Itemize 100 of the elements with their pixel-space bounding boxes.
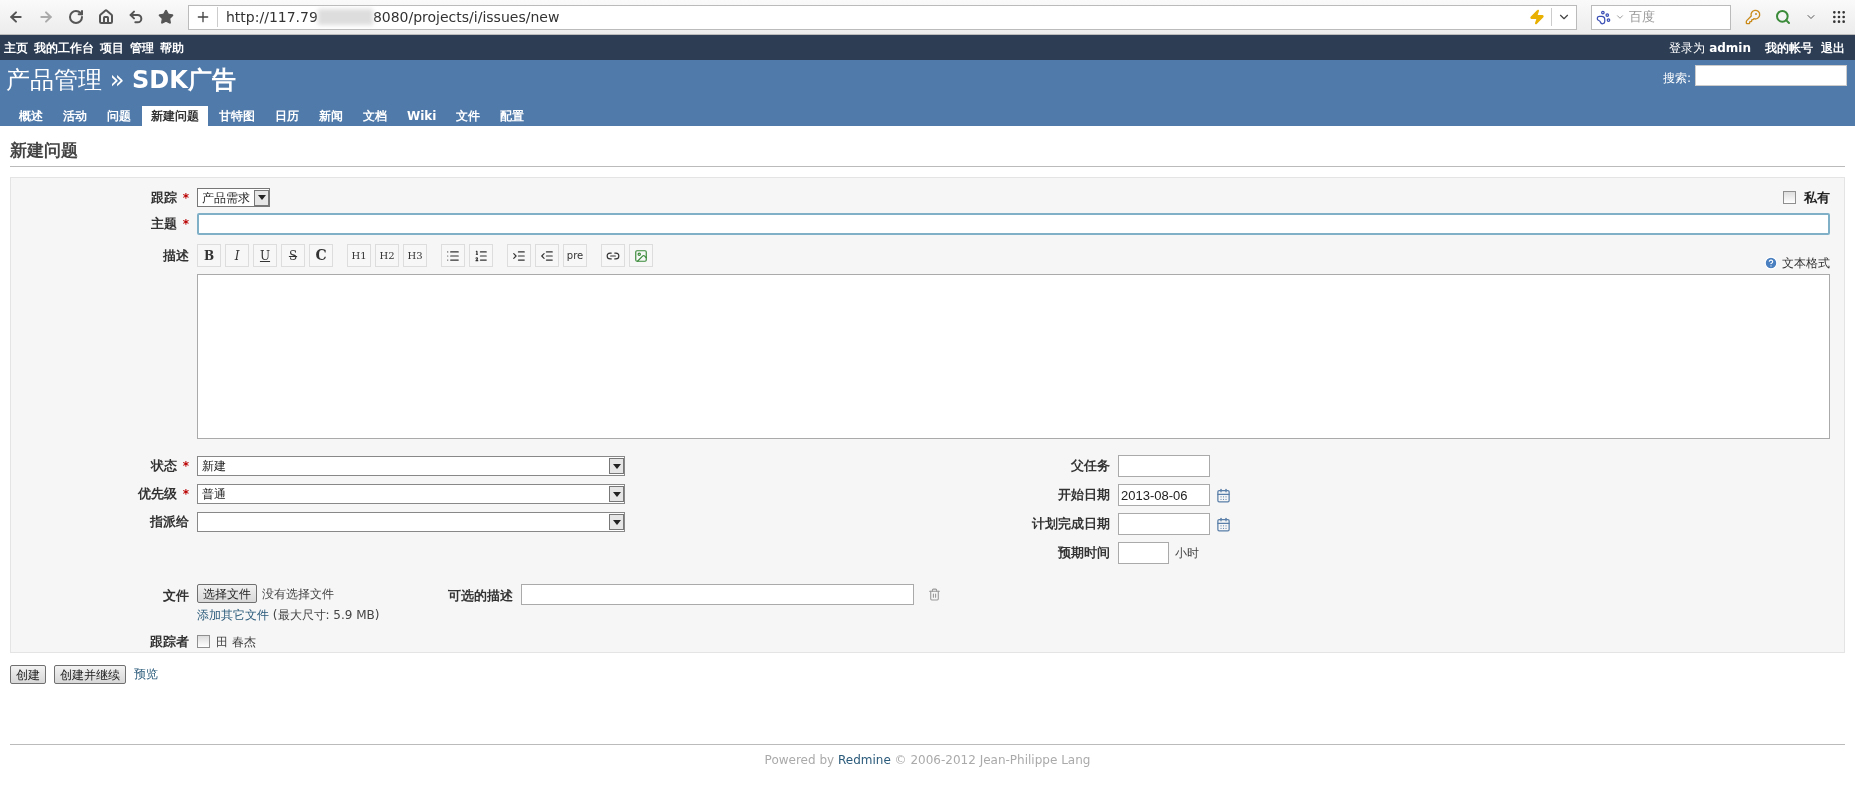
search-icon[interactable] (1775, 9, 1791, 25)
paw-icon[interactable] (1596, 9, 1611, 25)
field-label: 预期时间 (1058, 544, 1110, 563)
toolbar-button[interactable]: U (253, 244, 277, 267)
search-label: 搜索: (1662, 70, 1691, 87)
top-menu-link[interactable]: 我的工作台 (34, 38, 94, 57)
calendar-icon[interactable] (1216, 516, 1231, 532)
toolbar-button[interactable] (469, 244, 493, 267)
select-field[interactable] (197, 512, 625, 532)
field-label: 描述 (163, 247, 189, 265)
text-field[interactable] (1118, 513, 1210, 535)
toolbar-button[interactable]: H1 (347, 244, 371, 267)
nav-tab[interactable]: 新闻 (310, 106, 352, 126)
toolbar-button[interactable] (601, 244, 625, 267)
footer-text: Powered by Redmine © 2006-2012 Jean-Philippe Lang (764, 751, 1091, 769)
nav-tab[interactable]: 新建问题 (142, 106, 208, 126)
nav-tab[interactable]: 活动 (54, 106, 96, 126)
nav-tab[interactable]: 甘特图 (210, 106, 264, 126)
bookmark-star-icon[interactable] (158, 9, 174, 25)
field-label: 优先级 (137, 485, 177, 504)
submit-button[interactable]: 创建 (10, 664, 46, 684)
field-label: 跟踪 (150, 189, 177, 208)
redmine-link[interactable]: Redmine (837, 752, 891, 767)
required-mark: * (182, 189, 189, 207)
toolbar-button[interactable] (441, 244, 465, 267)
toolbar-button[interactable]: pre (563, 244, 587, 267)
nav-tab[interactable]: 文件 (447, 106, 490, 126)
field-label: 父任务 (1071, 457, 1110, 476)
menu-icon[interactable] (1831, 9, 1847, 25)
undo-icon[interactable] (128, 9, 144, 25)
add-file-link[interactable]: 添加其它文件 (197, 608, 269, 622)
search-field[interactable] (1695, 65, 1847, 86)
url-text: 8080/projects/i/issues/new (372, 7, 560, 27)
plus-icon[interactable] (195, 9, 211, 25)
top-menu-link[interactable]: 管理 (130, 38, 154, 57)
home-icon[interactable] (98, 9, 114, 25)
calendar-icon[interactable] (1216, 487, 1231, 503)
toolbar-button[interactable]: C (309, 244, 333, 267)
text-field[interactable] (1118, 455, 1210, 477)
text-field[interactable]: 2013-08-06 (1118, 484, 1210, 506)
toolbar-button[interactable]: I (225, 244, 249, 267)
top-menu-link[interactable]: 帮助 (160, 38, 184, 57)
field-label: 可选的描述 (447, 587, 513, 605)
url-text: http://117.79 (226, 7, 318, 27)
field-label: 状态 (150, 457, 177, 476)
select-field[interactable]: 普通 (197, 484, 625, 504)
account-link[interactable]: 我的帐号 (1765, 38, 1813, 57)
nav-tab[interactable]: 文档 (354, 106, 396, 126)
description-field[interactable] (197, 274, 1830, 439)
login-status: 登录为 admin (1669, 39, 1751, 57)
page-heading: 新建问题 (10, 126, 1845, 167)
user-link[interactable]: admin (1709, 40, 1751, 55)
address-bar[interactable]: http://117.79 8080/projects/i/issues/new (188, 4, 1577, 30)
field-label: 文件 (163, 587, 189, 605)
image-icon (634, 248, 648, 263)
top-menu-link[interactable]: 主页 (4, 38, 28, 57)
nav-tab[interactable]: Wiki (398, 106, 446, 126)
tracker-select[interactable]: 产品需求 (197, 188, 270, 208)
field-label: 开始日期 (1058, 486, 1110, 505)
nav-tab[interactable]: 日历 (266, 106, 308, 126)
bulleted-list-icon (446, 248, 460, 263)
required-mark: * (182, 215, 189, 233)
toolbar-button[interactable] (535, 244, 559, 267)
key-icon[interactable] (1745, 9, 1761, 25)
field-label: 计划完成日期 (1032, 515, 1110, 534)
nav-tab[interactable]: 问题 (98, 106, 140, 126)
file-hint: 添加其它文件 (最大尺寸: 5.9 MB) (197, 607, 380, 624)
reload-icon[interactable] (68, 9, 84, 25)
text-field[interactable] (1118, 542, 1169, 564)
delete-icon[interactable] (927, 588, 941, 601)
nav-tab[interactable]: 配置 (491, 106, 534, 126)
unit-label: 小时 (1175, 545, 1199, 562)
file-status: 没有选择文件 (262, 585, 334, 603)
choose-file-button[interactable]: 选择文件 (197, 584, 257, 603)
toolbar-button[interactable]: H3 (403, 244, 427, 267)
indent-icon (512, 248, 526, 263)
text-format-link[interactable]: 文本格式 (1782, 254, 1830, 272)
subject-field[interactable] (197, 212, 1830, 235)
top-menu-link[interactable]: 项目 (100, 38, 124, 57)
select-field[interactable]: 新建 (197, 456, 625, 476)
nav-tab[interactable]: 概述 (10, 106, 52, 126)
lightning-icon[interactable] (1529, 9, 1545, 25)
private-checkbox[interactable] (1783, 191, 1796, 205)
field-label: 跟踪者 (150, 633, 189, 651)
private-label: 私有 (1804, 189, 1830, 208)
toolbar-button[interactable]: H2 (375, 244, 399, 267)
back-icon[interactable] (8, 9, 24, 25)
watcher-checkbox[interactable] (197, 635, 210, 649)
forward-icon[interactable] (38, 9, 54, 25)
toolbar-button[interactable]: B (197, 244, 221, 267)
toolbar-button[interactable]: S (281, 244, 305, 267)
submit-button[interactable]: 创建并继续 (54, 664, 126, 684)
required-mark: * (182, 458, 189, 475)
field-label: 主题 (150, 214, 177, 233)
required-mark: * (182, 486, 189, 503)
field-label: 指派给 (150, 513, 189, 532)
file-description-field[interactable] (520, 584, 914, 605)
toolbar-button[interactable] (507, 244, 531, 267)
account-link[interactable]: 退出 (1821, 38, 1845, 57)
preview-link[interactable]: 预览 (134, 665, 158, 683)
